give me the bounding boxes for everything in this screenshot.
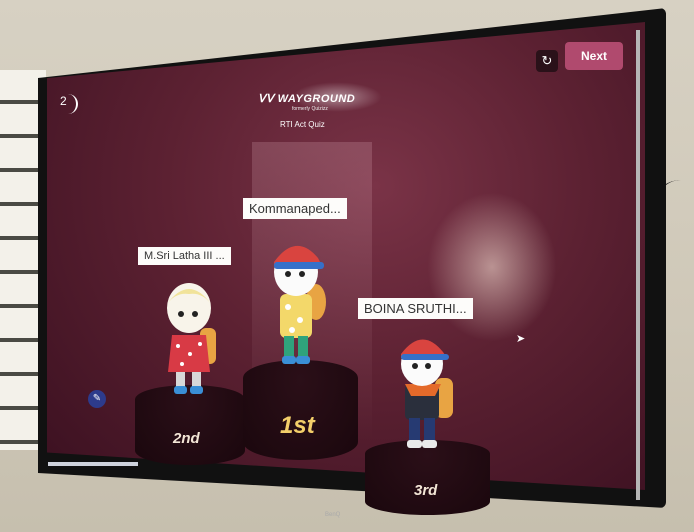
app-logo: ᐯᐯ WAYGROUND xyxy=(258,92,355,105)
avatar-3rd xyxy=(401,339,453,448)
avatar-1st xyxy=(274,245,326,364)
third-place-name: BOINA SRUTHI... xyxy=(358,298,473,319)
third-place-rank: 3rd xyxy=(414,482,438,499)
progress-bar xyxy=(48,462,138,466)
logo-text: WAYGROUND xyxy=(277,93,356,105)
second-place-name: M.Sri Latha III ... xyxy=(138,247,231,265)
first-place-rank: 1st xyxy=(280,412,315,439)
pedestal-1st xyxy=(243,360,358,460)
question-number: 2 xyxy=(58,94,78,114)
logo-mark-icon: ᐯᐯ xyxy=(258,93,278,105)
pen-icon: ✎ xyxy=(92,393,102,404)
reset-button[interactable]: ↻ xyxy=(536,50,558,72)
next-button[interactable]: Next xyxy=(565,42,623,70)
screen-scrollbar[interactable] xyxy=(636,30,640,500)
refresh-icon: ↻ xyxy=(541,53,553,68)
second-place-rank: 2nd xyxy=(173,430,200,447)
pen-tool-button[interactable]: ✎ xyxy=(88,390,106,408)
light-glare xyxy=(427,192,557,342)
quiz-title: RTI Act Quiz xyxy=(280,120,325,129)
first-place-name: Kommanaped... xyxy=(243,198,347,219)
avatar-2nd xyxy=(167,283,216,394)
mouse-cursor-icon: ➤ xyxy=(516,333,526,345)
logo-subtext: formerly Quizizz xyxy=(292,106,328,112)
tv-brand-logo: BenQ xyxy=(325,512,341,518)
